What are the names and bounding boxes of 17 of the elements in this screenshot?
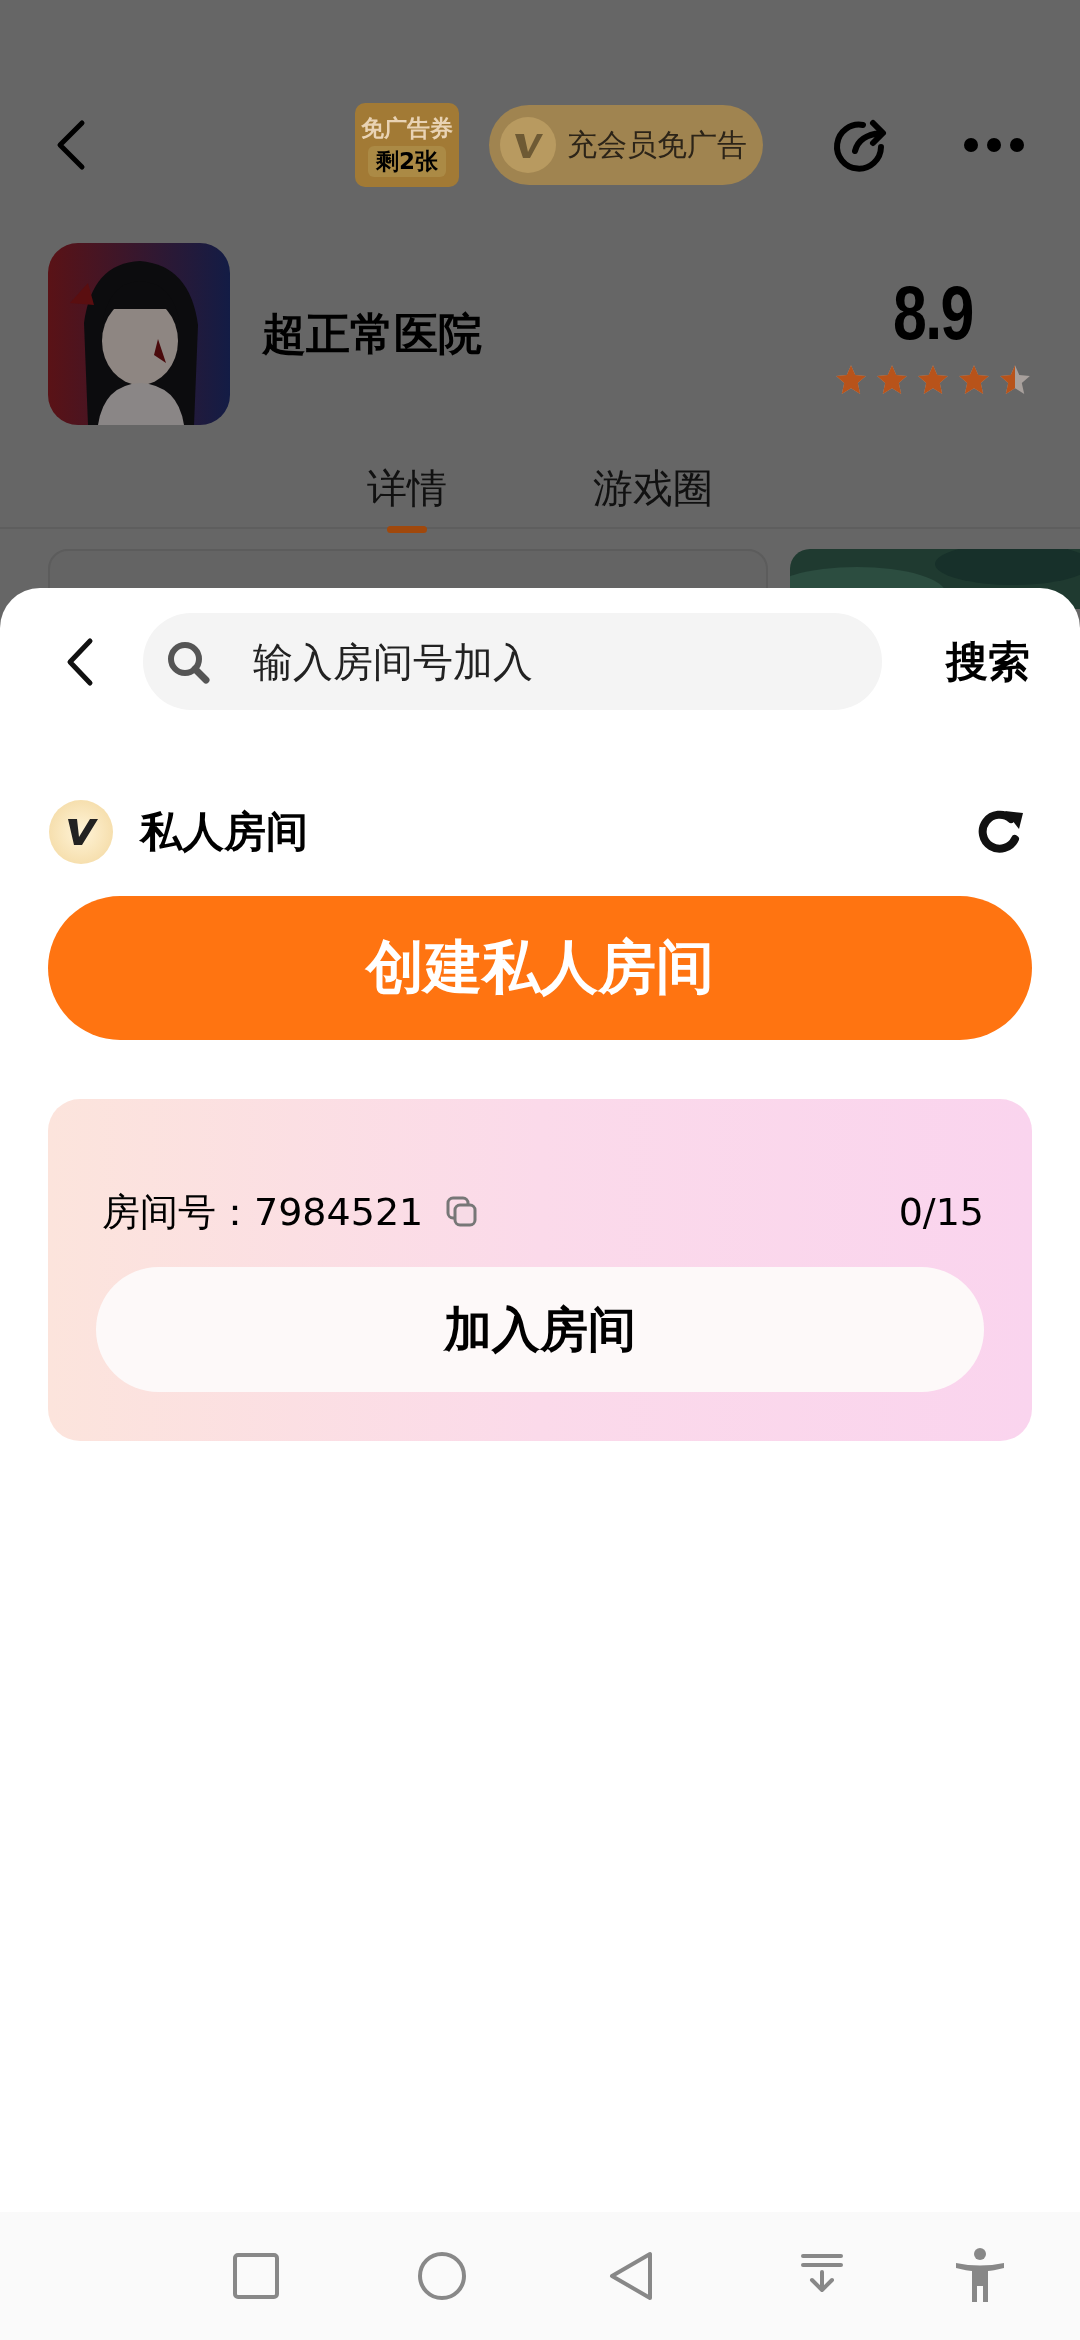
create-room-button[interactable]: 创建私人房间 — [48, 896, 1032, 1040]
tab[interactable]: 游戏圈 — [593, 461, 713, 533]
rating-score: 8.9 — [893, 271, 973, 355]
section-title: 私人房间 — [140, 806, 308, 858]
ad-voucher-badge[interactable]: 免广告券 剩2张 — [355, 103, 459, 187]
vip-badge-icon — [48, 799, 114, 865]
vip-button[interactable]: 充会员免广告 — [489, 105, 763, 185]
game-title: 超正常医院 — [262, 306, 482, 361]
join-room-button[interactable]: 加入房间 — [96, 1267, 984, 1392]
member-count: 0/15 — [898, 1190, 984, 1234]
tab[interactable]: 详情 — [367, 461, 447, 533]
search-button[interactable]: 搜索 — [946, 633, 1030, 690]
copy-icon[interactable] — [445, 1195, 480, 1229]
room-number: 房间号：7984521 — [102, 1188, 424, 1236]
more-icon[interactable] — [963, 137, 1025, 153]
search-field[interactable]: 输入房间号加入 — [143, 613, 882, 710]
vip-badge-icon — [499, 116, 557, 174]
